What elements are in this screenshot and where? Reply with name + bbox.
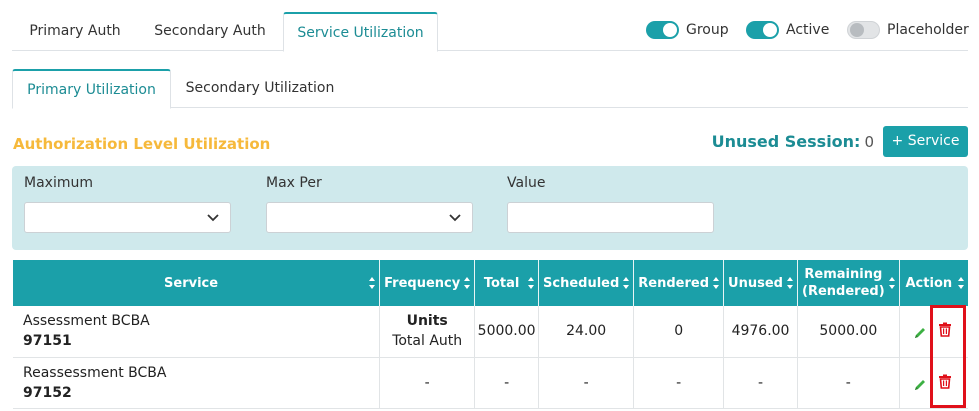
service-cell: Reassessment BCBA 97152	[13, 357, 381, 409]
placeholder-switch[interactable]	[847, 21, 880, 39]
header-unused[interactable]: Unused	[723, 260, 799, 306]
table-header-row: Service Frequency Total Scheduled Render…	[13, 260, 968, 306]
max-per-select[interactable]	[266, 202, 473, 233]
chevron-down-icon	[207, 214, 219, 222]
placeholder-toggle[interactable]: Placeholder	[847, 19, 969, 41]
unused-session: Unused Session: 0	[712, 131, 874, 153]
sort-icon[interactable]	[786, 276, 794, 290]
group-toggle[interactable]: Group	[646, 19, 729, 41]
header-rendered[interactable]: Rendered	[633, 260, 725, 306]
header-action[interactable]: Action	[899, 260, 968, 306]
tab-primary-auth[interactable]: Primary Auth	[12, 12, 138, 51]
scheduled-cell: -	[538, 357, 635, 409]
service-cell: Assessment BCBA 97151	[13, 306, 381, 358]
remaining-cell: -	[797, 357, 900, 409]
sort-icon[interactable]	[888, 276, 896, 290]
service-code: 97151	[23, 333, 72, 350]
group-toggle-label: Group	[686, 22, 729, 38]
sort-icon[interactable]	[957, 276, 965, 290]
sort-icon[interactable]	[527, 276, 535, 290]
tab-primary-utilization[interactable]: Primary Utilization	[12, 69, 171, 109]
remaining-cell: 5000.00	[797, 306, 900, 358]
rendered-cell: -	[633, 357, 725, 409]
utilization-table: Service Frequency Total Scheduled Render…	[13, 260, 968, 409]
table-row: Reassessment BCBA 97152 - - - - - -	[13, 357, 968, 409]
unused-cell: -	[723, 357, 799, 409]
total-cell: -	[474, 357, 539, 409]
sort-icon[interactable]	[368, 276, 376, 290]
unused-session-value: 0	[864, 133, 874, 151]
placeholder-toggle-label: Placeholder	[887, 22, 969, 38]
delete-highlight-box	[930, 305, 966, 408]
maximum-label: Maximum	[24, 175, 93, 191]
frequency-sub: Total Auth	[392, 333, 463, 350]
frequency-cell: Units Total Auth	[379, 306, 476, 358]
filter-panel: Maximum Max Per Value	[12, 166, 968, 250]
add-service-button[interactable]: + Service	[883, 126, 968, 157]
max-per-label: Max Per	[266, 175, 322, 191]
maximum-select[interactable]	[24, 202, 231, 233]
frequency-units: Units	[406, 313, 448, 330]
value-input[interactable]	[507, 202, 714, 233]
group-switch[interactable]	[646, 21, 679, 39]
active-toggle-label: Active	[786, 22, 830, 38]
rendered-cell: 0	[633, 306, 725, 358]
header-total[interactable]: Total	[474, 260, 539, 306]
total-cell: 5000.00	[474, 306, 539, 358]
service-name: Assessment BCBA	[23, 313, 150, 330]
chevron-down-icon	[449, 214, 461, 222]
active-toggle[interactable]: Active	[746, 19, 829, 41]
header-frequency[interactable]: Frequency	[379, 260, 476, 306]
sort-icon[interactable]	[622, 276, 630, 290]
tab-service-utilization[interactable]: Service Utilization	[283, 12, 438, 52]
service-name: Reassessment BCBA	[23, 364, 167, 381]
header-scheduled[interactable]: Scheduled	[538, 260, 635, 306]
header-remaining[interactable]: Remaining (Rendered)	[797, 260, 900, 306]
unused-cell: 4976.00	[723, 306, 799, 358]
scheduled-cell: 24.00	[538, 306, 635, 358]
sub-tabs: Primary Utilization Secondary Utilizatio…	[12, 69, 968, 109]
table-row: Assessment BCBA 97151 Units Total Auth 5…	[13, 306, 968, 358]
tab-secondary-utilization[interactable]: Secondary Utilization	[174, 69, 346, 108]
sort-icon[interactable]	[463, 276, 471, 290]
tab-secondary-auth[interactable]: Secondary Auth	[140, 12, 280, 51]
service-code: 97152	[23, 384, 72, 401]
value-label: Value	[507, 175, 546, 191]
pencil-icon[interactable]	[913, 378, 927, 392]
unused-session-label: Unused Session:	[711, 132, 861, 151]
active-switch[interactable]	[746, 21, 779, 39]
pencil-icon[interactable]	[913, 326, 927, 340]
section-title: Authorization Level Utilization	[13, 135, 271, 153]
sort-icon[interactable]	[712, 276, 720, 290]
frequency-cell: -	[379, 357, 476, 409]
header-service[interactable]: Service	[13, 260, 381, 306]
